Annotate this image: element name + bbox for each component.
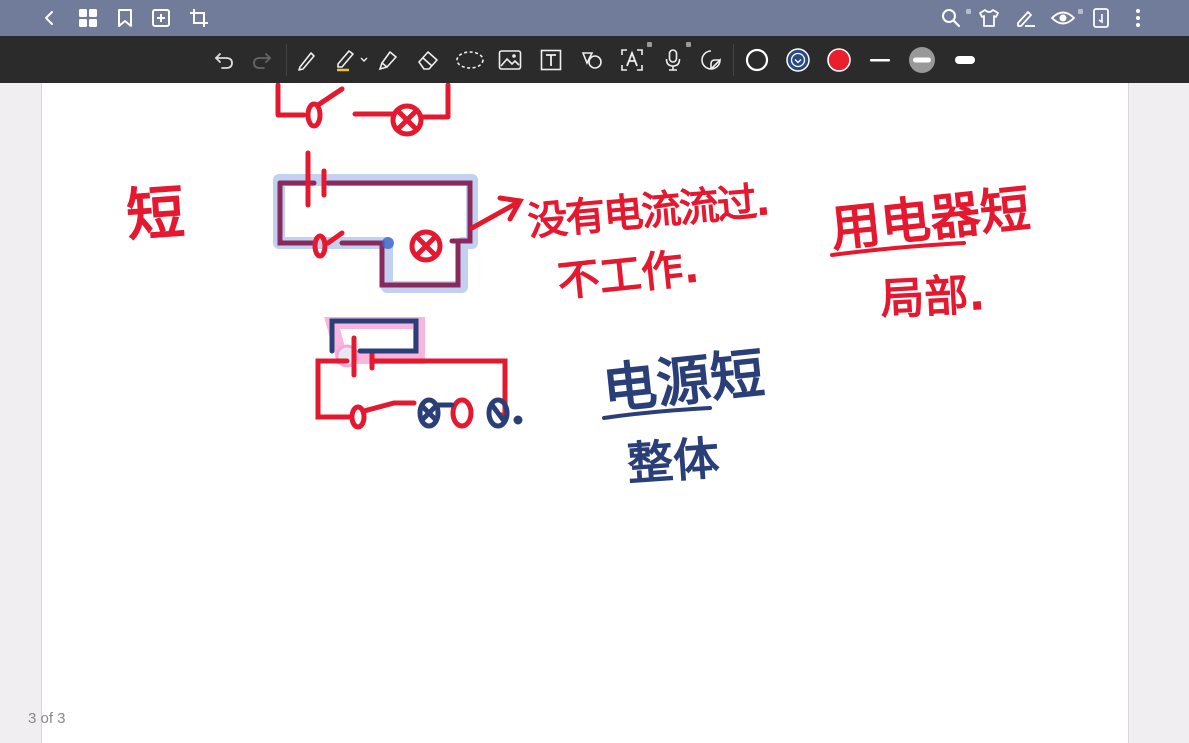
color-swatch-white[interactable] <box>743 47 771 73</box>
marker-icon[interactable] <box>375 47 401 73</box>
highlighter-icon[interactable] <box>333 47 369 73</box>
shape-icon[interactable] <box>579 47 605 73</box>
more-icon[interactable] <box>1126 6 1150 30</box>
color-swatch-blue[interactable] <box>784 47 812 73</box>
document-icon[interactable] <box>1089 6 1113 30</box>
stroke-thin[interactable] <box>866 47 894 73</box>
annotation-power-short: 电源短 <box>599 341 768 422</box>
stroke-thick[interactable] <box>951 47 979 73</box>
crop-icon[interactable] <box>187 6 211 30</box>
circuit-appliance-short <box>273 150 478 293</box>
color-swatch-red[interactable] <box>825 47 853 73</box>
page-indicator: 3 of 3 <box>28 710 66 727</box>
lasso-icon[interactable] <box>454 47 486 73</box>
toolbar-separator <box>286 44 287 76</box>
lock-icon <box>966 9 971 14</box>
redo-icon[interactable] <box>249 47 275 73</box>
stroke-medium[interactable] <box>907 46 937 74</box>
arrow <box>469 195 524 231</box>
eye-icon[interactable] <box>1050 6 1076 30</box>
lock-icon <box>686 42 691 47</box>
grid-icon[interactable] <box>76 6 100 30</box>
undo-icon[interactable] <box>211 47 237 73</box>
back-icon[interactable] <box>38 6 62 30</box>
search-icon[interactable] <box>939 6 963 30</box>
annotation-partial: 局部. <box>878 269 987 326</box>
note-page[interactable]: 短 没有电流流过. 不工作. 用电器短 局部. 电源短 整体 <box>41 83 1129 743</box>
eraser-icon[interactable] <box>415 47 441 73</box>
lock-icon <box>1078 9 1083 14</box>
annotation-short: 短 <box>124 178 187 250</box>
shirt-icon[interactable] <box>977 6 1001 30</box>
add-page-icon[interactable] <box>149 6 173 30</box>
text-icon[interactable] <box>538 47 564 73</box>
bookmark-icon[interactable] <box>113 6 137 30</box>
circuit-power-short <box>315 317 523 430</box>
sticker-icon[interactable] <box>698 47 724 73</box>
ocr-text-icon[interactable] <box>619 47 645 73</box>
circuit-top-partial <box>275 83 451 137</box>
lock-icon <box>647 42 652 47</box>
pen-icon[interactable] <box>294 47 320 73</box>
annotation-whole: 整体 <box>625 430 721 492</box>
top-bar <box>0 0 1189 36</box>
toolbar-separator <box>733 44 734 76</box>
drawing-toolbar <box>0 36 1189 83</box>
image-icon[interactable] <box>497 47 523 73</box>
pen-edit-icon[interactable] <box>1014 6 1038 30</box>
microphone-icon[interactable] <box>660 47 686 73</box>
